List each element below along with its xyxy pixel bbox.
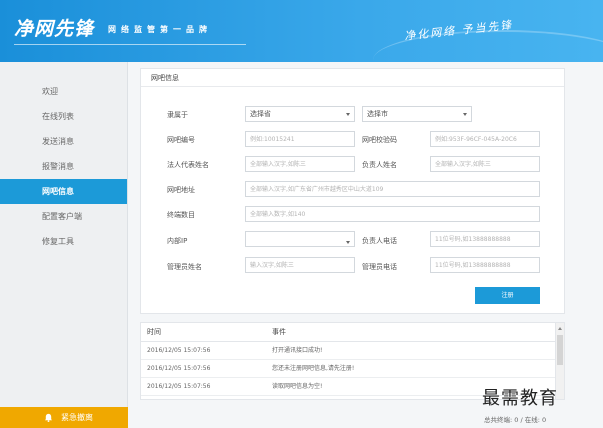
internal-ip-label: 内部IP	[167, 237, 188, 245]
table-row: 2016/12/05 15:07:56 您还未注册网吧信息,请先注册!	[141, 360, 564, 378]
log-col-time: 时间	[147, 328, 161, 336]
header-banner: 净网先锋 网络监管第一品牌 净化网络 予当先锋	[0, 0, 603, 62]
chevron-down-icon	[463, 113, 467, 116]
emergency-evacuate-button[interactable]: 紧急撤离	[0, 407, 128, 428]
admin-phone-input[interactable]	[430, 257, 540, 273]
sidebar-item-send-message[interactable]: 发送消息	[0, 129, 127, 154]
log-row-event: 读取网吧信息为空!	[272, 383, 323, 390]
sidebar-item-cafe-info[interactable]: 网吧信息	[0, 179, 127, 204]
verify-code-label: 网吧校验码	[362, 136, 397, 144]
slogan-underline	[14, 44, 246, 45]
panel-title: 网吧信息	[141, 69, 564, 87]
manager-phone-input[interactable]	[430, 231, 540, 247]
scroll-thumb[interactable]	[557, 335, 563, 365]
brand-slogan: 网络监管第一品牌	[108, 25, 212, 34]
cafe-id-input[interactable]	[245, 131, 355, 147]
admin-name-input[interactable]	[245, 257, 355, 273]
sidebar-nav: 欢迎 在线列表 发送消息 报警消息 网吧信息 配置客户端 修复工具	[0, 79, 127, 254]
verify-code-input[interactable]	[430, 131, 540, 147]
app-window: 净网先锋 网络监管第一品牌 净化网络 予当先锋 欢迎 在线列表 发送消息 报警消…	[0, 0, 603, 428]
watermark-text: 最需教育	[482, 388, 558, 409]
sidebar-item-configure-client[interactable]: 配置客户端	[0, 204, 127, 229]
manager-phone-label: 负责人电话	[362, 237, 397, 245]
table-row: 2016/12/05 15:07:56 打开通讯接口成功!	[141, 342, 564, 360]
province-select-value: 选择省	[250, 110, 271, 118]
province-select[interactable]: 选择省	[245, 106, 355, 122]
sidebar-item-welcome[interactable]: 欢迎	[0, 79, 127, 104]
terminal-stats: 总共终端: 0 / 在线: 0	[484, 416, 547, 424]
city-select[interactable]: 选择市	[362, 106, 472, 122]
log-header-row: 时间 事件	[141, 323, 564, 342]
belongs-label: 隶属于	[167, 111, 188, 119]
legal-rep-input[interactable]	[245, 156, 355, 172]
chevron-up-icon[interactable]	[558, 327, 562, 330]
address-input[interactable]	[245, 181, 540, 197]
brand-logo: 净网先锋	[14, 18, 95, 40]
log-row-time: 2016/12/05 15:07:56	[147, 383, 211, 390]
log-row-event: 您还未注册网吧信息,请先注册!	[272, 365, 355, 372]
log-row-event: 打开通讯接口成功!	[272, 347, 323, 354]
internal-ip-select[interactable]	[245, 231, 355, 247]
log-row-time: 2016/12/05 15:07:56	[147, 365, 211, 372]
admin-name-label: 管理员姓名	[167, 263, 202, 271]
chevron-down-icon	[346, 241, 350, 244]
legal-rep-label: 法人代表姓名	[167, 161, 209, 169]
log-row-time: 2016/12/05 15:07:56	[147, 347, 211, 354]
address-label: 网吧地址	[167, 186, 195, 194]
terminals-input[interactable]	[245, 206, 540, 222]
sidebar-item-online-list[interactable]: 在线列表	[0, 104, 127, 129]
city-select-value: 选择市	[367, 110, 388, 118]
terminals-label: 终端数目	[167, 211, 195, 219]
sidebar: 欢迎 在线列表 发送消息 报警消息 网吧信息 配置客户端 修复工具 紧急撤离	[0, 62, 128, 428]
manager-name-input[interactable]	[430, 156, 540, 172]
register-button[interactable]: 注册	[475, 287, 540, 304]
sidebar-item-alarm-messages[interactable]: 报警消息	[0, 154, 127, 179]
chevron-down-icon	[346, 113, 350, 116]
cafe-id-label: 网吧编号	[167, 136, 195, 144]
sidebar-item-repair-tools[interactable]: 修复工具	[0, 229, 127, 254]
bell-icon	[44, 413, 53, 422]
log-col-event: 事件	[272, 328, 286, 336]
admin-phone-label: 管理员电话	[362, 263, 397, 271]
manager-name-label: 负责人姓名	[362, 161, 397, 169]
